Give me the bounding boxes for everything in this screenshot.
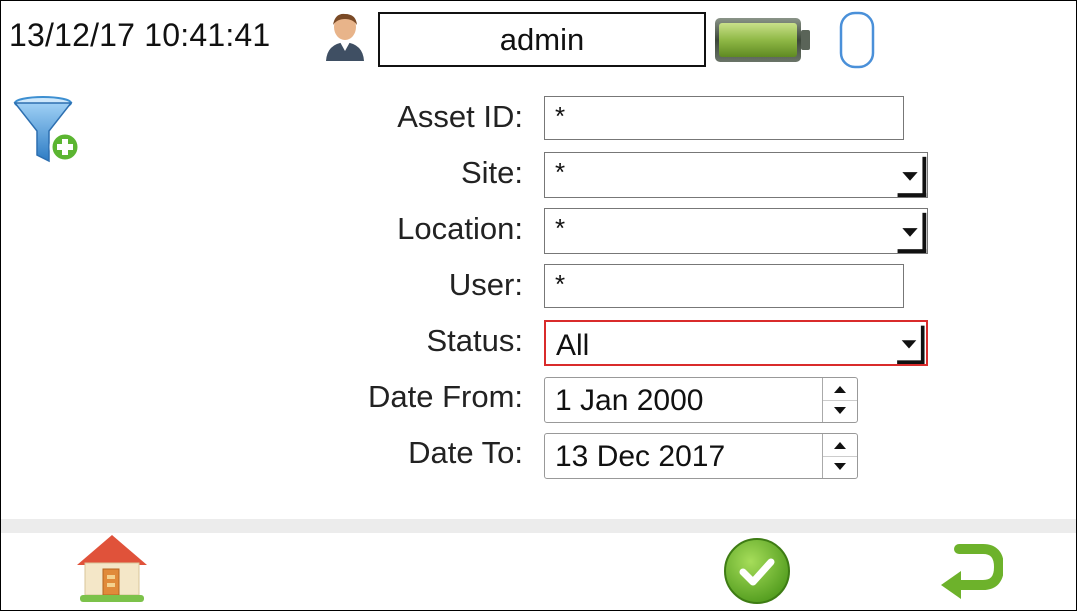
chevron-down-icon[interactable]	[893, 153, 927, 197]
site-label: Site:	[460, 155, 523, 190]
status-value: All	[556, 329, 590, 362]
date-to-up-button[interactable]	[823, 434, 857, 457]
add-filter-button[interactable]	[13, 95, 87, 165]
date-from-down-button[interactable]	[823, 400, 857, 422]
back-button[interactable]	[937, 537, 1003, 603]
date-to-down-button[interactable]	[823, 456, 857, 478]
return-arrow-icon	[941, 544, 1003, 599]
sd-card-icon	[839, 11, 875, 69]
date-from-value: 1 Jan 2000	[555, 384, 704, 417]
location-label: Location:	[397, 211, 523, 246]
date-from-up-button[interactable]	[823, 378, 857, 401]
datetime-display: 13/12/17 10:41:41	[9, 17, 271, 53]
status-select[interactable]: All	[544, 320, 928, 366]
date-from-label: Date From:	[367, 379, 523, 414]
home-button[interactable]	[75, 533, 149, 603]
username-field: admin	[378, 12, 706, 67]
battery-icon	[715, 18, 810, 62]
footer-divider	[1, 519, 1076, 533]
arrow-down-icon	[834, 463, 846, 470]
date-to-value: 13 Dec 2017	[555, 440, 726, 473]
status-label: Status:	[426, 323, 524, 358]
location-value: *	[555, 213, 566, 243]
asset-id-input[interactable]: *	[544, 96, 904, 140]
arrow-up-icon	[834, 442, 846, 449]
user-icon	[326, 13, 364, 61]
site-value: *	[555, 157, 566, 187]
confirm-check-icon	[724, 538, 790, 604]
date-to-label: Date To:	[408, 435, 523, 470]
user-value: *	[555, 269, 566, 299]
date-to-spinner[interactable]: 13 Dec 2017	[544, 433, 858, 479]
chevron-down-icon[interactable]	[892, 322, 926, 364]
site-select[interactable]: *	[544, 152, 928, 198]
date-from-spinner[interactable]: 1 Jan 2000	[544, 377, 858, 423]
app-window: 13/12/17 10:41:41 admin Asset ID: Site: …	[0, 0, 1077, 611]
chevron-down-icon[interactable]	[893, 209, 927, 253]
location-select[interactable]: *	[544, 208, 928, 254]
arrow-up-icon	[834, 386, 846, 393]
arrow-down-icon	[834, 407, 846, 414]
asset-id-label: Asset ID:	[397, 99, 523, 134]
user-label: User:	[448, 267, 523, 302]
filter-add-icon	[13, 96, 81, 163]
home-icon	[77, 535, 147, 602]
user-input[interactable]: *	[544, 264, 904, 308]
confirm-button[interactable]	[723, 537, 791, 605]
asset-id-value: *	[555, 101, 566, 131]
